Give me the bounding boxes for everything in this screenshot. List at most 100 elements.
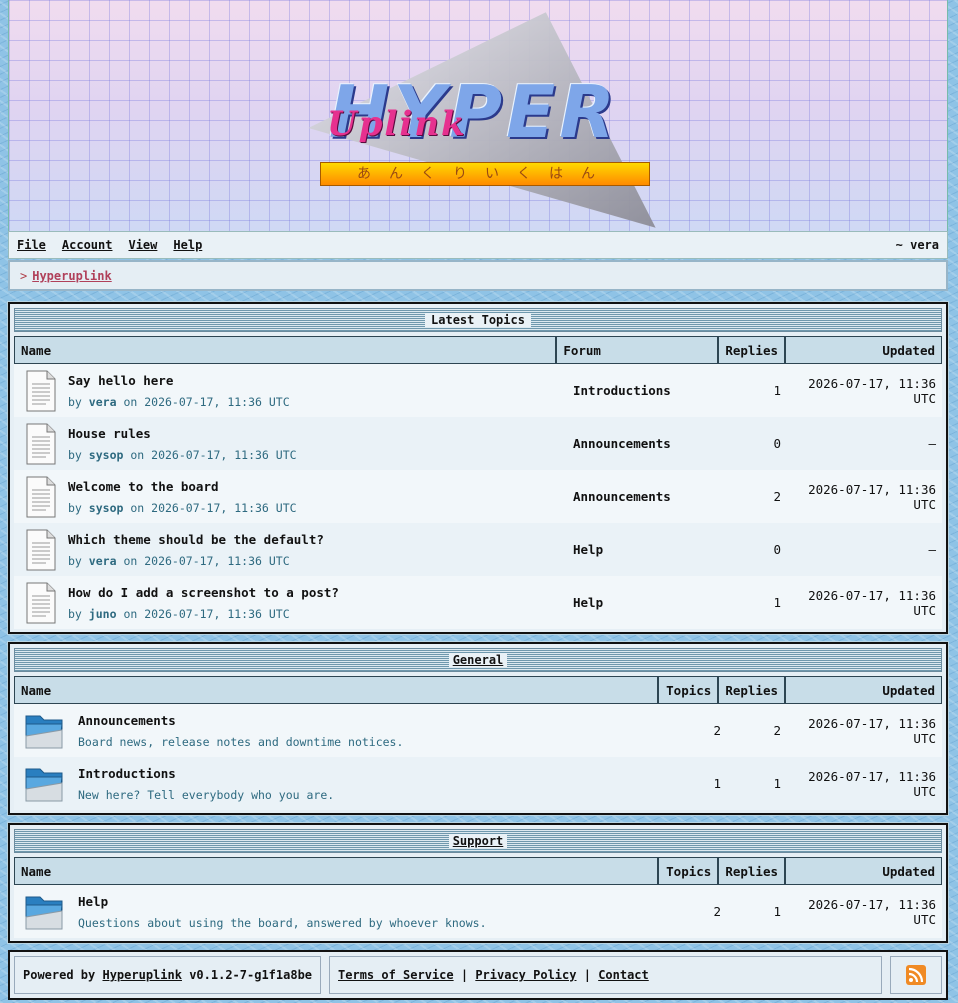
topic-replies: 0: [727, 523, 787, 576]
footer-links: Terms of Service | Privacy Policy | Cont…: [329, 956, 882, 994]
general-panel: General Name Topics Replies Updated Anno…: [7, 641, 949, 816]
topic-meta: by vera on 2026-07-17, 11:36 UTC: [68, 394, 290, 409]
forum-updated: 2026-07-17, 11:36 UTC: [787, 885, 942, 938]
forum-replies: 2: [727, 704, 787, 757]
topic-updated: –: [787, 523, 942, 576]
author-link[interactable]: vera: [89, 554, 117, 568]
col-name: Name: [14, 857, 659, 885]
col-replies: Replies: [718, 676, 785, 704]
table-row: Announcements Board news, release notes a…: [14, 704, 942, 757]
topic-replies: 0: [727, 417, 787, 470]
topic-title-link[interactable]: House rules: [68, 426, 297, 441]
menu-help[interactable]: Help: [173, 238, 202, 252]
col-forum: Forum: [556, 336, 719, 364]
topic-updated: –: [787, 417, 942, 470]
topic-forum-link[interactable]: Announcements: [567, 417, 727, 470]
topic-replies: 1: [727, 364, 787, 417]
col-topics: Topics: [658, 857, 719, 885]
forum-updated: 2026-07-17, 11:36 UTC: [787, 704, 942, 757]
topic-updated: 2026-07-17, 11:36 UTC: [787, 364, 942, 417]
topic-title-link[interactable]: How do I add a screenshot to a post?: [68, 585, 339, 600]
table-row: Welcome to the board by sysop on 2026-07-…: [14, 470, 942, 523]
topic-updated: 2026-07-17, 11:36 UTC: [787, 470, 942, 523]
col-updated: Updated: [785, 676, 942, 704]
rss-icon: [906, 965, 926, 985]
panel-title-bar: General: [14, 648, 942, 672]
table-row: How do I add a screenshot to a post? by j…: [14, 576, 942, 629]
col-updated: Updated: [785, 857, 942, 885]
logo-script-graphic: Uplink: [327, 104, 467, 144]
topic-title-link[interactable]: Which theme should be the default?: [68, 532, 324, 547]
table-row: House rules by sysop on 2026-07-17, 11:36…: [14, 417, 942, 470]
terms-link[interactable]: Terms of Service: [338, 968, 454, 982]
category-link-support[interactable]: Support: [448, 834, 508, 848]
current-user[interactable]: ~ vera: [896, 238, 939, 252]
topic-updated: 2026-07-17, 11:36 UTC: [787, 576, 942, 629]
col-replies: Replies: [718, 857, 785, 885]
menu-account[interactable]: Account: [62, 238, 113, 252]
version-string: v0.1.2-7-g1f1a8be: [189, 968, 313, 982]
menu-view[interactable]: View: [128, 238, 157, 252]
topic-title-link[interactable]: Welcome to the board: [68, 479, 297, 494]
forum-folder-icon: [25, 768, 63, 801]
latest-topics-body: Say hello here by vera on 2026-07-17, 11:…: [14, 364, 942, 629]
col-topics: Topics: [658, 676, 719, 704]
forum-title-link[interactable]: Announcements: [78, 713, 403, 728]
site-footer: Powered by Hyperuplink v0.1.2-7-g1f1a8be…: [8, 950, 948, 1000]
forum-description: New here? Tell everybody who you are.: [78, 787, 335, 802]
contact-link[interactable]: Contact: [598, 968, 649, 982]
forum-title-link[interactable]: Help: [78, 894, 487, 909]
menu-file[interactable]: File: [17, 238, 46, 252]
support-forums-table: Name Topics Replies Updated: [14, 857, 942, 885]
forum-updated: 2026-07-17, 11:36 UTC: [787, 757, 942, 810]
product-link[interactable]: Hyperuplink: [102, 968, 181, 982]
breadcrumb-home-link[interactable]: Hyperuplink: [32, 269, 111, 283]
forum-topics: 2: [669, 704, 727, 757]
latest-topics-panel: Latest Topics Name Forum Replies Updated…: [7, 301, 949, 635]
topic-replies: 1: [727, 576, 787, 629]
topic-document-icon: [26, 582, 56, 623]
chevron-right-icon: >: [20, 268, 28, 283]
author-link[interactable]: sysop: [89, 448, 124, 462]
table-row: Introductions New here? Tell everybody wh…: [14, 757, 942, 810]
menu-bar: File Account View Help ~ vera: [8, 231, 948, 259]
author-link[interactable]: vera: [89, 395, 117, 409]
panel-title: Latest Topics: [425, 313, 531, 327]
forum-description: Questions about using the board, answere…: [78, 915, 487, 930]
col-name: Name: [14, 676, 659, 704]
topic-document-icon: [26, 476, 56, 517]
support-panel: Support Name Topics Replies Updated Help…: [7, 822, 949, 944]
logo-subtitle-graphic: あんくりいくはん: [320, 162, 650, 186]
panel-title-bar: Latest Topics: [14, 308, 942, 332]
site-banner: HYPER Uplink あんくりいくはん: [8, 0, 948, 231]
table-row: Say hello here by vera on 2026-07-17, 11:…: [14, 364, 942, 417]
topic-forum-link[interactable]: Help: [567, 576, 727, 629]
rss-button[interactable]: [890, 956, 942, 994]
panel-title-bar: Support: [14, 829, 942, 853]
author-link[interactable]: juno: [89, 607, 117, 621]
topic-forum-link[interactable]: Introductions: [567, 364, 727, 417]
forum-replies: 1: [727, 885, 787, 938]
topic-meta: by sysop on 2026-07-17, 11:36 UTC: [68, 500, 297, 515]
col-replies: Replies: [718, 336, 785, 364]
topic-title-link[interactable]: Say hello here: [68, 373, 290, 388]
forum-folder-icon: [25, 896, 63, 929]
topic-meta: by vera on 2026-07-17, 11:36 UTC: [68, 553, 290, 568]
topic-replies: 2: [727, 470, 787, 523]
topic-forum-link[interactable]: Help: [567, 523, 727, 576]
topic-forum-link[interactable]: Announcements: [567, 470, 727, 523]
privacy-link[interactable]: Privacy Policy: [475, 968, 576, 982]
forum-replies: 1: [727, 757, 787, 810]
forum-folder-icon: [25, 715, 63, 748]
table-row: Help Questions about using the board, ans…: [14, 885, 942, 938]
forum-topics: 2: [669, 885, 727, 938]
topic-meta: by juno on 2026-07-17, 11:36 UTC: [68, 606, 290, 621]
breadcrumb: > Hyperuplink: [8, 260, 948, 291]
table-row: Which theme should be the default? by ver…: [14, 523, 942, 576]
topic-document-icon: [26, 423, 56, 464]
author-link[interactable]: sysop: [89, 501, 124, 515]
forum-description: Board news, release notes and downtime n…: [78, 734, 404, 749]
col-name: Name: [14, 336, 557, 364]
forum-title-link[interactable]: Introductions: [78, 766, 334, 781]
category-link-general[interactable]: General: [448, 653, 508, 667]
